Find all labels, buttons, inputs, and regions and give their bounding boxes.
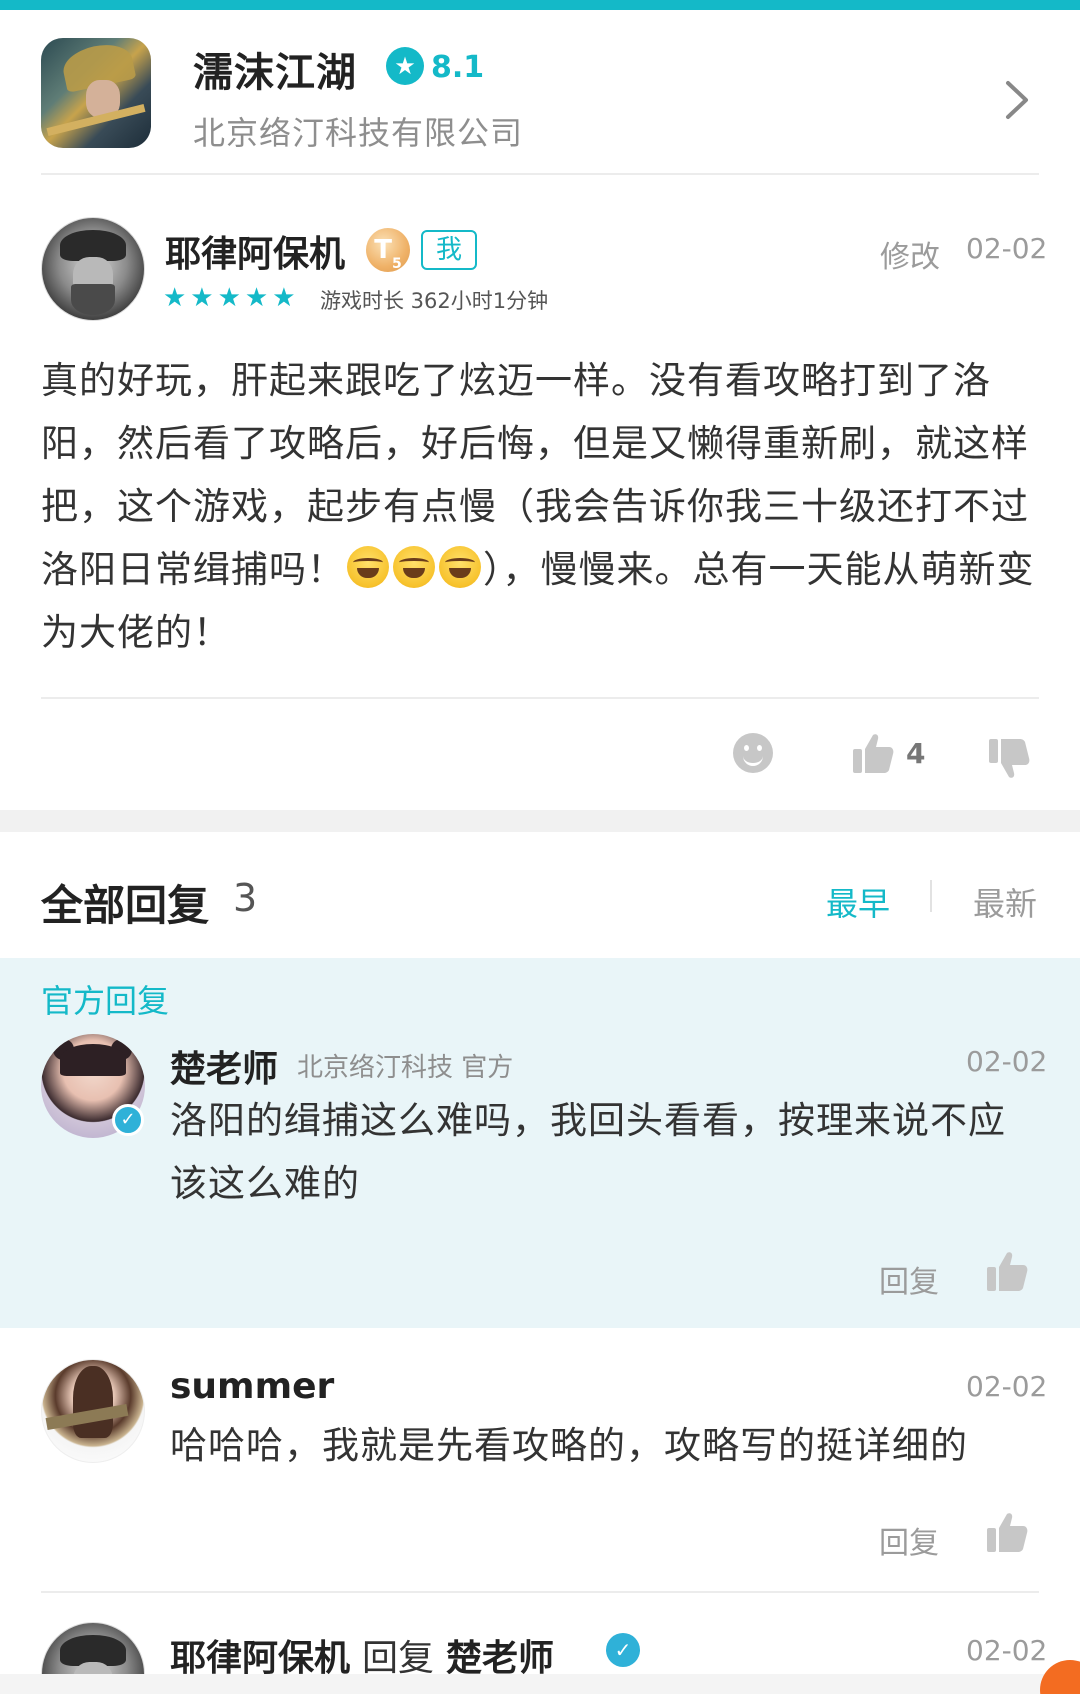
like-count: 4 [906,737,926,770]
me-tag: 我 [421,230,477,270]
sort-earliest-tab[interactable]: 最早 [826,879,890,925]
game-header[interactable]: 濡沫江湖 ★ 8.1 北京络汀科技有限公司 [0,10,1080,175]
reply-avatar[interactable] [41,1359,145,1463]
laugh-emoji-icon [439,546,481,588]
review-date: 02-02 [966,232,1048,265]
avatar-beard [70,284,116,315]
thumbs-up-icon[interactable] [985,1249,1029,1293]
chevron-right-icon[interactable] [998,75,1038,125]
star-rating: ★★★★★ [163,283,300,313]
reply-button[interactable]: 回复 [879,1257,939,1301]
reply-button[interactable]: 回复 [879,1518,939,1562]
reply-author[interactable]: 耶律阿保机 [170,1638,350,1679]
reply-target[interactable]: 楚老师 [446,1638,554,1679]
divider [41,173,1039,175]
verified-check-icon: ✓ [112,1104,144,1136]
reply-to-label: 回复 [362,1638,435,1679]
rating-star-icon: ★ [386,47,424,85]
laugh-emoji-icon [393,546,435,588]
bottom-bar [0,1674,1080,1694]
replies-title: 全部回复 [41,881,210,930]
reply-date: 02-02 [966,1370,1048,1403]
section-gap [0,810,1080,832]
reply-date: 02-02 [966,1045,1048,1078]
game-rating: 8.1 [431,50,485,85]
emoji-smile-icon[interactable] [733,733,773,773]
reply-author[interactable]: summer [170,1366,334,1407]
thumbs-up-icon[interactable] [985,1510,1029,1554]
reply-author-org: 北京络汀科技 官方 [297,1053,514,1083]
sort-latest-tab[interactable]: 最新 [973,879,1037,925]
avatar-hair [72,1366,114,1438]
level-badge: T5 [366,228,410,272]
game-icon[interactable] [41,38,151,148]
reply-date: 02-02 [966,1634,1048,1667]
replies-count: 3 [233,876,258,920]
top-accent-bar [0,0,1080,10]
sort-separator [930,880,932,912]
reply-body: 哈哈哈，我就是先看攻略的，攻略写的挺详细的 [170,1424,968,1467]
reply-author[interactable]: 楚老师 [170,1040,278,1092]
laugh-emoji-icon [347,546,389,588]
divider [41,1591,1039,1593]
reviewer-avatar[interactable] [41,217,145,321]
official-reply-label: 官方回复 [41,982,170,1020]
game-title: 濡沫江湖 [193,50,357,96]
thumbs-up-icon[interactable] [851,731,895,775]
reviewer-name[interactable]: 耶律阿保机 [165,225,345,277]
game-publisher: 北京络汀科技有限公司 [193,114,524,152]
verified-check-icon: ✓ [606,1633,640,1667]
reply-body: 洛阳的缉捕这么难吗，我回头看看，按理来说不应该这么难的 [170,1099,1006,1205]
review-body: 真的好玩，肝起来跟吃了炫迈一样。没有看攻略打到了洛阳，然后看了攻略后，好后悔，但… [41,349,1041,664]
edit-button[interactable]: 修改 [880,232,940,276]
avatar-hair [59,1044,127,1076]
playtime: 游戏时长 362小时1分钟 [320,289,549,313]
level-badge-number: 5 [392,256,402,273]
divider [41,697,1039,699]
level-badge-letter: T [374,235,392,265]
thumbs-down-icon[interactable] [987,737,1031,781]
